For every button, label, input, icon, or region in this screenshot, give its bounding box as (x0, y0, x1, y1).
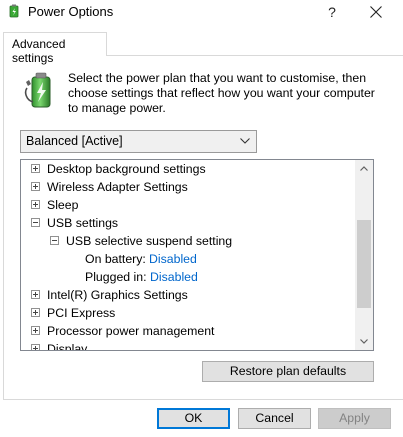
apply-button[interactable]: Apply (318, 408, 391, 429)
window-title: Power Options (28, 4, 114, 19)
expand-icon[interactable] (31, 200, 40, 209)
chevron-up-icon (360, 166, 368, 171)
setting-label-plugged-in: Plugged in: (85, 270, 147, 284)
collapse-icon[interactable] (31, 218, 40, 227)
chevron-down-icon (240, 138, 250, 144)
tree-item-desktop-background[interactable]: Desktop background settings (21, 160, 355, 178)
restore-plan-defaults-button[interactable]: Restore plan defaults (202, 361, 374, 382)
chevron-down-icon (360, 339, 368, 344)
vertical-scrollbar[interactable] (355, 160, 373, 350)
tree-item-on-battery: On battery: Disabled (21, 250, 355, 268)
expand-icon[interactable] (31, 326, 40, 335)
power-plan-dropdown[interactable]: Balanced [Active] (20, 130, 257, 153)
ok-button[interactable]: OK (157, 408, 230, 429)
tree-item-label: Intel(R) Graphics Settings (47, 288, 188, 302)
expand-icon[interactable] (31, 308, 40, 317)
setting-value-plugged-in[interactable]: Disabled (150, 268, 198, 286)
tree-item-usb-selective-suspend[interactable]: USB selective suspend setting (21, 232, 355, 250)
tree-item-intel-graphics[interactable]: Intel(R) Graphics Settings (21, 286, 355, 304)
tree-item-label: USB selective suspend setting (66, 234, 233, 248)
tree-item-plugged-in: Plugged in: Disabled (21, 268, 355, 286)
tree-item-wireless-adapter[interactable]: Wireless Adapter Settings (21, 178, 355, 196)
tree-item-label: Display (47, 342, 88, 350)
expand-icon[interactable] (31, 290, 40, 299)
tree-item-pci-express[interactable]: PCI Express (21, 304, 355, 322)
instructions-text: Select the power plan that you want to c… (68, 71, 375, 115)
help-button[interactable]: ? (318, 0, 346, 24)
close-button[interactable] (358, 0, 394, 24)
collapse-icon[interactable] (50, 236, 59, 245)
battery-icon (24, 72, 51, 108)
tree-item-label: Wireless Adapter Settings (47, 180, 188, 194)
title-bar: Power Options ? (0, 0, 403, 24)
tree-item-processor-power[interactable]: Processor power management (21, 322, 355, 340)
tree-item-display[interactable]: Display (21, 340, 355, 350)
cancel-button[interactable]: Cancel (238, 408, 311, 429)
close-icon (370, 6, 382, 18)
tree-item-label: Sleep (47, 198, 79, 212)
expand-icon[interactable] (31, 182, 40, 191)
setting-value-on-battery[interactable]: Disabled (149, 250, 197, 268)
tab-advanced-settings[interactable]: Advanced settings (3, 32, 107, 65)
tree-item-label: Processor power management (47, 324, 215, 338)
tree-item-label: USB settings (47, 216, 119, 230)
settings-tree: Desktop background settings Wireless Ada… (20, 159, 374, 351)
expand-icon[interactable] (31, 344, 40, 350)
tree-item-usb-settings[interactable]: USB settings (21, 214, 355, 232)
power-plan-value: Balanced [Active] (26, 134, 123, 148)
scroll-up-button[interactable] (355, 160, 373, 177)
tree-item-label: PCI Express (47, 306, 116, 320)
power-options-dialog: Power Options ? Advanced settings Select… (0, 0, 403, 437)
expand-icon[interactable] (31, 164, 40, 173)
settings-tree-items: Desktop background settings Wireless Ada… (21, 160, 355, 350)
dialog-footer: OK Cancel Apply (0, 400, 403, 437)
tree-item-label: Desktop background settings (47, 162, 206, 176)
scroll-down-button[interactable] (355, 333, 373, 350)
setting-label-on-battery: On battery: (85, 252, 146, 266)
power-options-icon (9, 4, 19, 18)
scrollbar-thumb[interactable] (357, 220, 371, 308)
tree-item-sleep[interactable]: Sleep (21, 196, 355, 214)
